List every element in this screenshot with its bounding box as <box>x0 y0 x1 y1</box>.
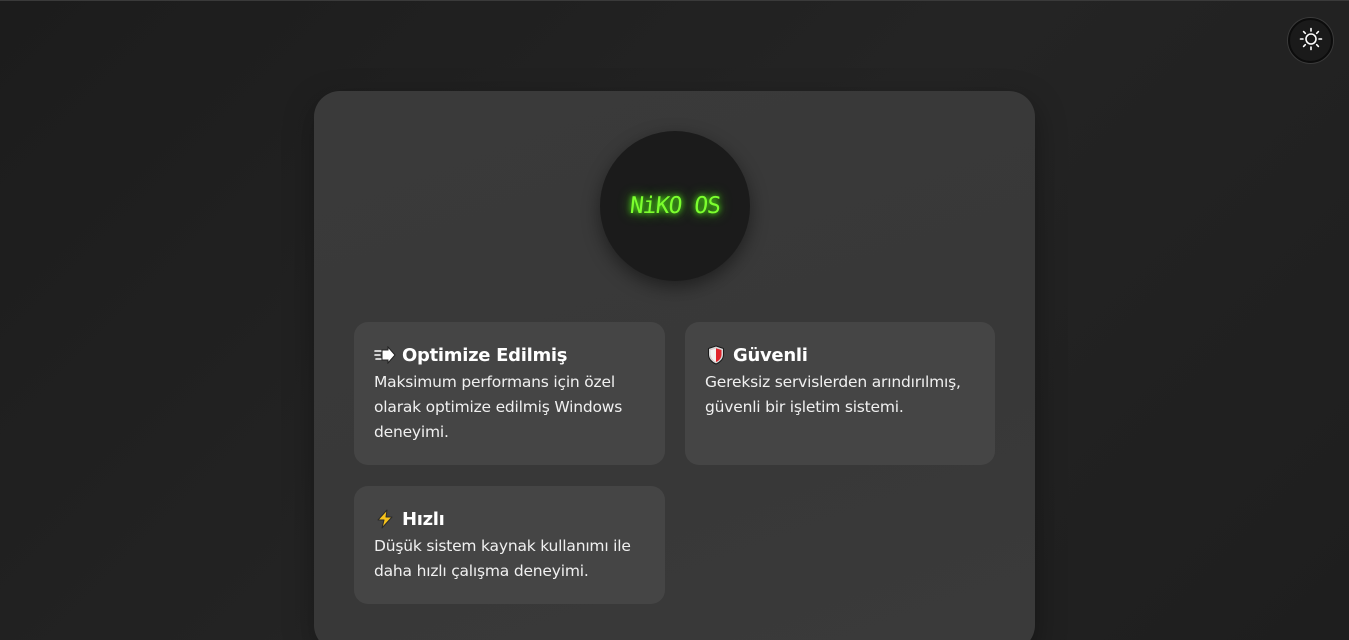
feature-title: Optimize Edilmiş <box>374 344 645 366</box>
lightning-icon <box>374 508 396 530</box>
feature-description: Gereksiz servislerden arındırılmış, güve… <box>705 373 961 416</box>
feature-description: Düşük sistem kaynak kullanımı ile daha h… <box>374 537 631 580</box>
logo-text: NiKO OS <box>628 193 722 219</box>
theme-toggle-button[interactable] <box>1288 18 1333 63</box>
shield-icon <box>705 344 727 366</box>
fast-arrow-icon <box>374 344 396 366</box>
feature-card-optimized: Optimize Edilmiş Maksimum performans içi… <box>354 322 665 465</box>
feature-description: Maksimum performans için özel olarak opt… <box>374 373 623 441</box>
main-card: NiKO OS Optimize Edilmiş Maksimum perfor… <box>314 91 1035 640</box>
feature-title: Güvenli <box>705 344 975 366</box>
logo: NiKO OS <box>600 131 750 281</box>
feature-title: Hızlı <box>374 508 645 530</box>
feature-card-fast: Hızlı Düşük sistem kaynak kullanımı ile … <box>354 486 665 604</box>
sun-icon <box>1299 27 1323 55</box>
feature-card-secure: Güvenli Gereksiz servislerden arındırılm… <box>685 322 995 465</box>
